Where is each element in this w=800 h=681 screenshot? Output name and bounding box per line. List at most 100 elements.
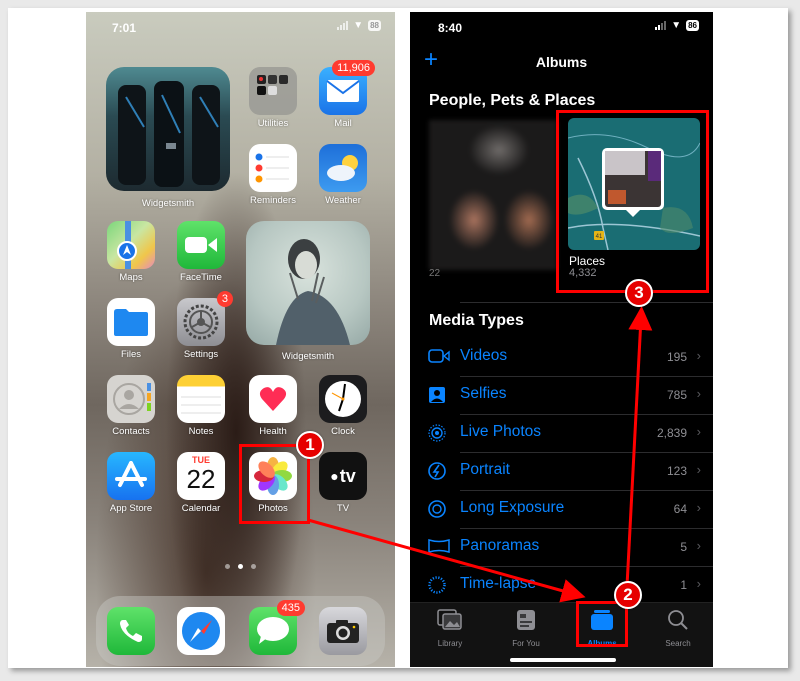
apple-logo-icon: ● <box>330 468 339 484</box>
app-label: Settings <box>183 349 219 360</box>
app-weather[interactable]: Weather <box>313 144 373 206</box>
notification-badge: 11,906 <box>332 60 375 76</box>
step-marker-3: 3 <box>625 279 653 307</box>
messages-icon: 435 <box>249 600 305 655</box>
app-label: Clock <box>331 426 355 437</box>
tab-label: Library <box>437 639 463 648</box>
app-health[interactable]: Health <box>243 375 303 437</box>
app-label: Health <box>259 426 287 437</box>
library-icon <box>437 609 462 630</box>
app-label: Notes <box>188 426 214 437</box>
app-contacts[interactable]: Contacts <box>101 375 161 437</box>
page-dot <box>225 564 230 569</box>
notes-icon <box>177 375 225 423</box>
signal-icon <box>337 21 349 30</box>
status-time: 7:01 <box>112 21 137 35</box>
clock-icon <box>319 375 367 423</box>
battery-indicator: 86 <box>686 20 699 31</box>
gear-icon: 3 <box>177 291 233 346</box>
status-time: 8:40 <box>438 21 463 35</box>
app-label: Utilities <box>257 118 289 129</box>
app-calendar[interactable]: TUE 22 Calendar <box>171 452 231 514</box>
people-count: 22 <box>429 268 441 279</box>
calendar-day: 22 <box>186 464 216 494</box>
app-files[interactable]: Files <box>101 298 161 360</box>
nav-title: Albums <box>535 54 588 70</box>
folder-icon <box>249 67 297 115</box>
highlight-albums-tab <box>576 601 628 647</box>
widget-label: Widgetsmith <box>281 351 335 362</box>
widgetsmith-widget[interactable] <box>246 221 370 345</box>
tab-label: Search <box>665 639 691 648</box>
section-title-people: People, Pets & Places <box>429 92 596 109</box>
camera-icon <box>319 607 367 655</box>
notification-badge: 3 <box>216 291 233 307</box>
people-album-thumbnail[interactable] <box>429 120 557 270</box>
widgetsmith-widget[interactable] <box>106 67 230 191</box>
wifi-icon: ▼ <box>671 19 682 31</box>
maps-icon <box>107 221 155 269</box>
files-icon <box>107 298 155 346</box>
page-dot <box>251 564 256 569</box>
apple-tv-icon: ● tv <box>319 452 367 500</box>
status-bar: 7:01 ▼ 88 <box>86 12 395 42</box>
phone-icon <box>107 607 155 655</box>
app-app-store[interactable]: App Store <box>101 452 161 514</box>
home-screen: 7:01 ▼ 88 Widgetsmith Utilities 11,906 M… <box>86 12 395 667</box>
highlight-places-album <box>556 110 709 293</box>
signal-icon <box>655 21 667 30</box>
dock-app-phone[interactable] <box>101 607 161 655</box>
contacts-icon <box>107 375 155 423</box>
step-marker-1: 1 <box>296 431 324 459</box>
portrait-photo <box>276 239 350 345</box>
app-settings[interactable]: 3 Settings <box>171 291 233 360</box>
app-label: Reminders <box>250 195 296 206</box>
page-dot-active <box>238 564 243 569</box>
app-facetime[interactable]: FaceTime <box>171 221 231 283</box>
facetime-icon <box>177 221 225 269</box>
calendar-icon: TUE 22 <box>177 452 225 500</box>
app-label: Maps <box>119 272 143 283</box>
app-clock[interactable]: Clock <box>313 375 373 437</box>
for-you-icon <box>517 610 535 630</box>
app-mail[interactable]: 11,906 Mail <box>313 60 375 129</box>
app-label: Contacts <box>112 426 150 437</box>
search-icon <box>668 610 688 630</box>
app-notes[interactable]: Notes <box>171 375 231 437</box>
dock-app-camera[interactable] <box>313 607 373 655</box>
notification-badge: 435 <box>276 600 305 616</box>
wifi-icon: ▼ <box>353 19 364 31</box>
widget-label: Widgetsmith <box>141 198 195 209</box>
tab-label: For You <box>512 639 540 648</box>
heart-icon <box>249 375 297 423</box>
app-label: App Store <box>109 503 153 514</box>
reminders-icon <box>249 144 297 192</box>
tab-search[interactable]: Search <box>648 609 708 648</box>
safari-icon <box>177 607 225 655</box>
dock-app-safari[interactable] <box>171 607 231 655</box>
app-label: Weather <box>325 195 361 206</box>
battery-indicator: 88 <box>368 20 381 31</box>
app-maps[interactable]: Maps <box>101 221 161 283</box>
group-photo <box>118 81 220 187</box>
tab-library[interactable]: Library <box>420 609 480 648</box>
app-label: Calendar <box>181 503 221 514</box>
app-label: Mail <box>334 118 352 129</box>
page-indicator[interactable] <box>86 564 395 569</box>
weather-icon <box>319 144 367 192</box>
divider <box>460 302 713 303</box>
app-label: Files <box>120 349 142 360</box>
tab-for-you[interactable]: For You <box>496 609 556 648</box>
status-bar: 8:40 ▼ 86 <box>410 12 713 42</box>
app-reminders[interactable]: Reminders <box>243 144 303 206</box>
mail-icon: 11,906 <box>319 60 375 115</box>
app-label: TV <box>336 503 350 514</box>
app-label: FaceTime <box>180 272 222 283</box>
app-utilities[interactable]: Utilities <box>243 67 303 129</box>
tab-bar: Library For You Albums Search <box>410 602 713 667</box>
highlight-photos-app <box>239 444 310 524</box>
dock-app-messages[interactable]: 435 <box>243 600 305 655</box>
app-tv[interactable]: ● tv TV <box>313 452 373 514</box>
app-store-icon <box>107 452 155 500</box>
step-marker-2: 2 <box>614 581 642 609</box>
